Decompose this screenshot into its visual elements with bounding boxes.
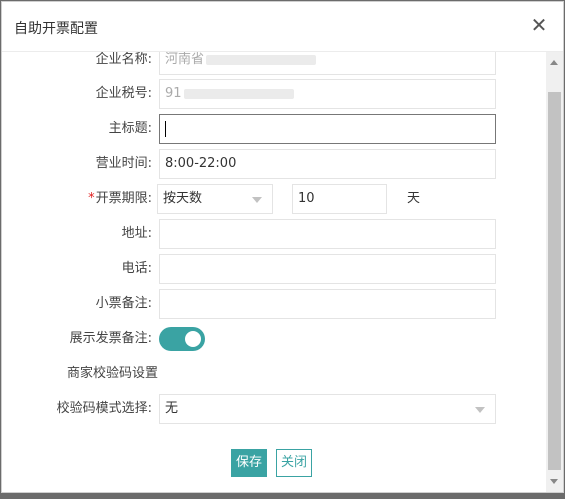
business-hours-row: 营业时间: 8:00-22:00 [2,149,547,179]
tax-number-row: 企业税号: 91 [2,79,547,109]
company-name-row: 企业名称: 河南省 [2,52,547,75]
toggle-knob [185,331,201,347]
code-mode-value: 无 [165,401,179,416]
invoice-period-mode-select[interactable]: 按天数 [157,184,273,214]
code-mode-row: 校验码模式选择: 无 [2,394,547,424]
scroll-up-icon[interactable] [550,60,558,65]
dialog-title: 自助开票配置 [14,21,98,37]
main-title-row: 主标题: [2,114,547,144]
show-invoice-note-row: 展示发票备注: [2,324,547,354]
tax-number-value: 91 [165,86,182,101]
vertical-scrollbar[interactable] [546,52,563,492]
tax-number-label: 企业税号: [95,86,152,101]
chevron-down-icon [475,407,485,413]
invoice-period-row: *开票期限: 按天数 10 天 [2,184,547,214]
phone-row: 电话: [2,254,547,284]
company-name-label: 企业名称: [95,52,152,67]
invoice-period-unit: 天 [407,191,421,206]
code-mode-label: 校验码模式选择: [56,401,152,416]
scroll-thumb[interactable] [548,92,561,470]
dialog-titlebar: 自助开票配置 ✕ [2,2,563,52]
invoice-period-label-text: 开票期限: [95,191,152,206]
invoice-period-label: *开票期限: [88,184,152,214]
scroll-down-icon[interactable] [550,479,558,484]
invoice-period-mode-value: 按天数 [163,191,203,206]
address-label: 地址: [121,226,152,241]
phone-label: 电话: [121,261,152,276]
close-button[interactable]: 关闭 [276,449,312,477]
phone-input[interactable] [159,254,496,284]
merchant-code-section-title: 商家校验码设置 [67,366,159,381]
invoice-config-dialog: 自助开票配置 ✕ 企业名称: 河南省 企业税号: 91 主标题: 营业时间: 8… [1,1,564,493]
receipt-note-row: 小票备注: [2,289,547,319]
invoice-period-count-input[interactable]: 10 [292,184,387,214]
company-name-field[interactable]: 河南省 [159,52,496,75]
save-button[interactable]: 保存 [231,449,267,477]
redacted-mask [206,54,317,65]
address-input[interactable] [159,219,496,249]
dialog-body: 企业名称: 河南省 企业税号: 91 主标题: 营业时间: 8:00-22:00… [2,52,547,492]
company-name-value: 河南省 [165,52,205,67]
receipt-note-input[interactable] [159,289,496,319]
main-title-input[interactable] [159,114,496,144]
button-row: 保存 关闭 [2,449,547,479]
show-invoice-note-toggle[interactable] [159,327,205,351]
main-title-label: 主标题: [108,121,152,136]
business-hours-label: 营业时间: [95,156,152,171]
address-row: 地址: [2,219,547,249]
code-mode-select[interactable]: 无 [159,394,496,424]
text-caret [165,120,166,137]
show-invoice-note-label: 展示发票备注: [69,331,152,346]
required-mark: * [88,191,95,206]
tax-number-field[interactable]: 91 [159,79,496,109]
business-hours-input[interactable]: 8:00-22:00 [159,149,496,179]
close-icon[interactable]: ✕ [529,14,549,36]
chevron-down-icon [252,197,262,203]
redacted-mask [183,88,294,99]
receipt-note-label: 小票备注: [95,296,152,311]
